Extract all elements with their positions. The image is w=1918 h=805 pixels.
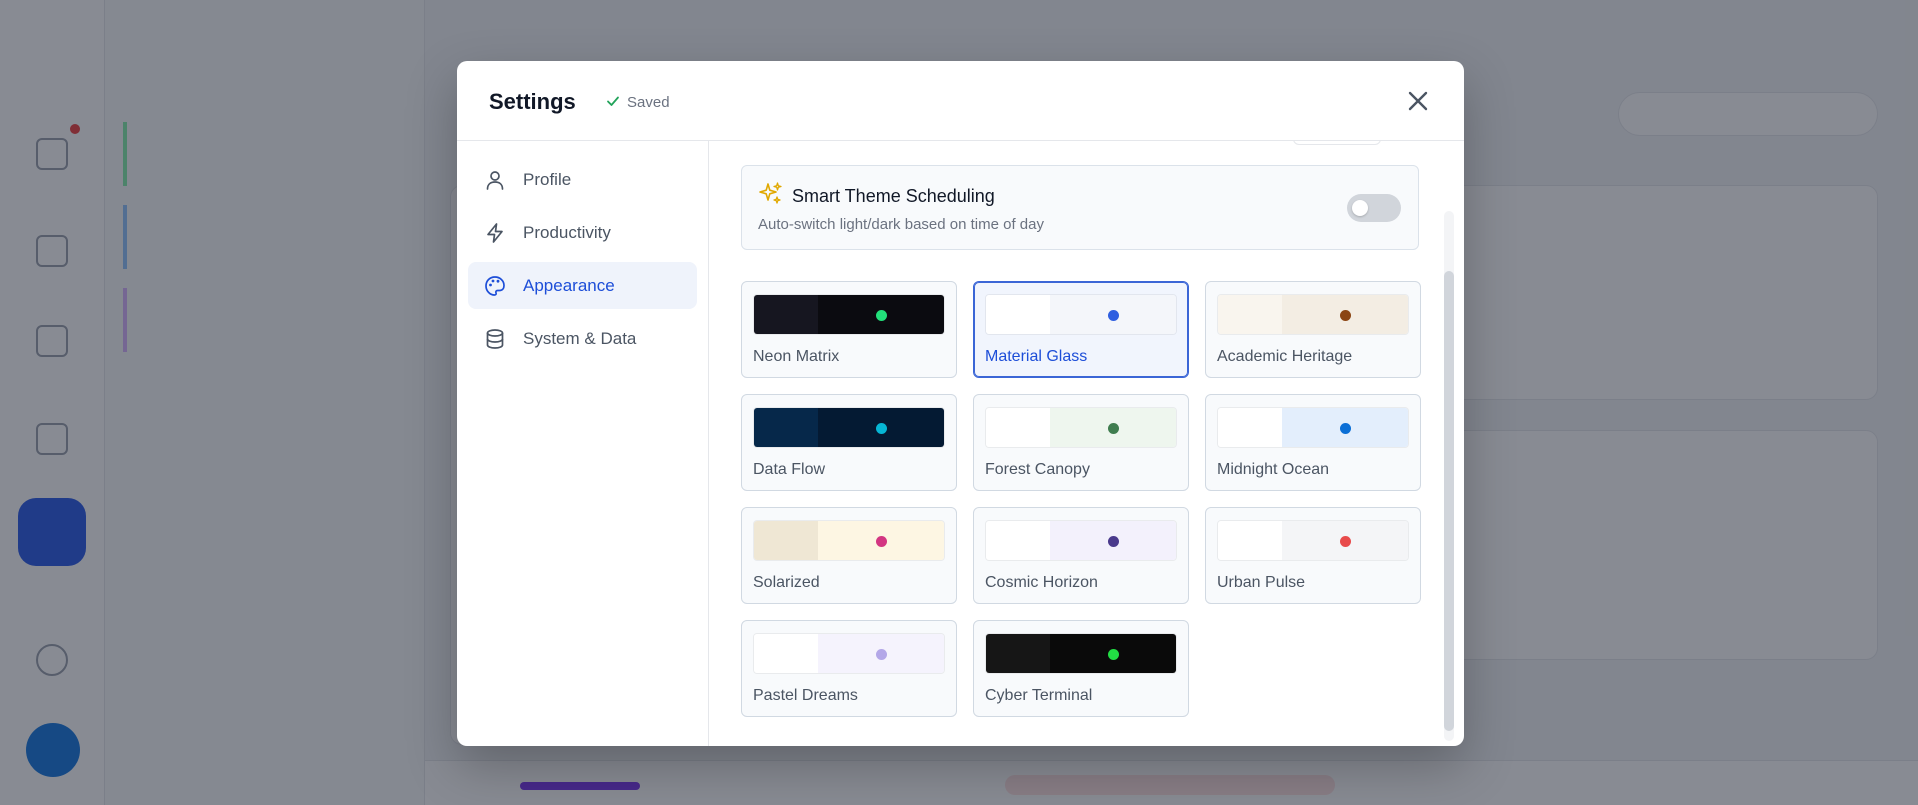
theme-swatch: [985, 294, 1177, 335]
swatch-secondary: [1050, 521, 1176, 560]
smart-theme-card: Smart Theme Scheduling Auto-switch light…: [741, 165, 1419, 250]
theme-card-data-flow[interactable]: Data Flow: [741, 394, 957, 491]
saved-status: Saved: [606, 94, 670, 111]
smart-theme-title: Smart Theme Scheduling: [792, 186, 995, 206]
nav-label: Profile: [523, 169, 572, 189]
theme-swatch: [753, 407, 945, 448]
theme-name: Material Glass: [985, 348, 1088, 365]
nav-item-profile[interactable]: Profile: [468, 156, 697, 203]
theme-swatch: [1217, 407, 1409, 448]
swatch-accent-dot: [876, 310, 887, 321]
sparkles-icon: [758, 181, 784, 207]
swatch-secondary: [1282, 408, 1408, 447]
partially-scrolled-element: [1293, 141, 1381, 145]
swatch-secondary: [1050, 408, 1176, 447]
settings-nav: Profile Productivity Appearance System &…: [457, 141, 709, 746]
theme-name: Forest Canopy: [985, 461, 1090, 478]
nav-label: Productivity: [523, 222, 611, 242]
swatch-accent-dot: [1340, 536, 1351, 547]
theme-name: Academic Heritage: [1217, 348, 1353, 365]
theme-swatch: [753, 633, 945, 674]
swatch-accent-dot: [1108, 310, 1119, 321]
theme-name: Data Flow: [753, 461, 826, 478]
swatch-accent-dot: [1340, 310, 1351, 321]
theme-swatch: [753, 520, 945, 561]
theme-card-academic-heritage[interactable]: Academic Heritage: [1205, 281, 1421, 378]
theme-name: Neon Matrix: [753, 348, 840, 365]
nav-label: Appearance: [523, 275, 615, 295]
theme-card-cyber-terminal[interactable]: Cyber Terminal: [973, 620, 1189, 717]
theme-swatch: [985, 520, 1177, 561]
smart-theme-toggle[interactable]: [1347, 194, 1401, 222]
theme-swatch: [985, 633, 1177, 674]
theme-name: Urban Pulse: [1217, 574, 1306, 591]
user-icon: [483, 168, 507, 192]
swatch-secondary: [1050, 634, 1176, 673]
swatch-primary: [1218, 521, 1282, 560]
nav-item-productivity[interactable]: Productivity: [468, 209, 697, 256]
theme-card-midnight-ocean[interactable]: Midnight Ocean: [1205, 394, 1421, 491]
nav-label: System & Data: [523, 328, 637, 348]
theme-card-neon-matrix[interactable]: Neon Matrix: [741, 281, 957, 378]
swatch-primary: [1218, 295, 1282, 334]
saved-label: Saved: [627, 94, 670, 111]
swatch-primary: [1218, 408, 1282, 447]
theme-swatch: [753, 294, 945, 335]
theme-card-cosmic-horizon[interactable]: Cosmic Horizon: [973, 507, 1189, 604]
swatch-primary: [754, 521, 818, 560]
swatch-primary: [986, 521, 1050, 560]
swatch-accent-dot: [876, 536, 887, 547]
settings-modal: Settings Saved Profile Productivity Appe…: [457, 61, 1464, 746]
swatch-secondary: [818, 295, 944, 334]
swatch-secondary: [818, 634, 944, 673]
swatch-secondary: [818, 521, 944, 560]
close-button[interactable]: [1402, 85, 1434, 117]
swatch-primary: [754, 408, 818, 447]
theme-swatch: [985, 407, 1177, 448]
theme-swatch: [1217, 294, 1409, 335]
theme-name: Cosmic Horizon: [985, 574, 1098, 591]
appearance-content[interactable]: Smart Theme Scheduling Auto-switch light…: [709, 141, 1464, 746]
swatch-secondary: [1282, 295, 1408, 334]
nav-item-system-data[interactable]: System & Data: [468, 315, 697, 362]
theme-name: Pastel Dreams: [753, 687, 858, 704]
scrollbar-thumb[interactable]: [1444, 271, 1454, 731]
theme-card-urban-pulse[interactable]: Urban Pulse: [1205, 507, 1421, 604]
theme-card-material-glass[interactable]: Material Glass: [973, 281, 1189, 378]
swatch-secondary: [1282, 521, 1408, 560]
theme-card-solarized[interactable]: Solarized: [741, 507, 957, 604]
swatch-primary: [986, 408, 1050, 447]
swatch-secondary: [818, 408, 944, 447]
swatch-accent-dot: [1340, 423, 1351, 434]
theme-name: Midnight Ocean: [1217, 461, 1330, 478]
theme-name: Solarized: [753, 574, 820, 591]
swatch-accent-dot: [876, 423, 887, 434]
theme-card-pastel-dreams[interactable]: Pastel Dreams: [741, 620, 957, 717]
toggle-knob: [1352, 200, 1368, 216]
nav-item-appearance[interactable]: Appearance: [468, 262, 697, 309]
database-icon: [483, 327, 507, 351]
swatch-accent-dot: [1108, 423, 1119, 434]
theme-card-forest-canopy[interactable]: Forest Canopy: [973, 394, 1189, 491]
swatch-secondary: [1050, 295, 1176, 334]
swatch-accent-dot: [876, 649, 887, 660]
smart-theme-subtitle: Auto-switch light/dark based on time of …: [758, 216, 1044, 233]
modal-header: Settings Saved: [457, 61, 1464, 141]
close-icon: [1408, 91, 1428, 111]
lightning-icon: [483, 221, 507, 245]
swatch-primary: [986, 295, 1050, 334]
swatch-accent-dot: [1108, 536, 1119, 547]
theme-name: Cyber Terminal: [985, 687, 1093, 704]
theme-swatch: [1217, 520, 1409, 561]
swatch-accent-dot: [1108, 649, 1119, 660]
modal-title: Settings: [489, 89, 576, 114]
palette-icon: [483, 274, 507, 298]
swatch-primary: [986, 634, 1050, 673]
check-icon: [606, 94, 620, 111]
swatch-primary: [754, 295, 818, 334]
swatch-primary: [754, 634, 818, 673]
